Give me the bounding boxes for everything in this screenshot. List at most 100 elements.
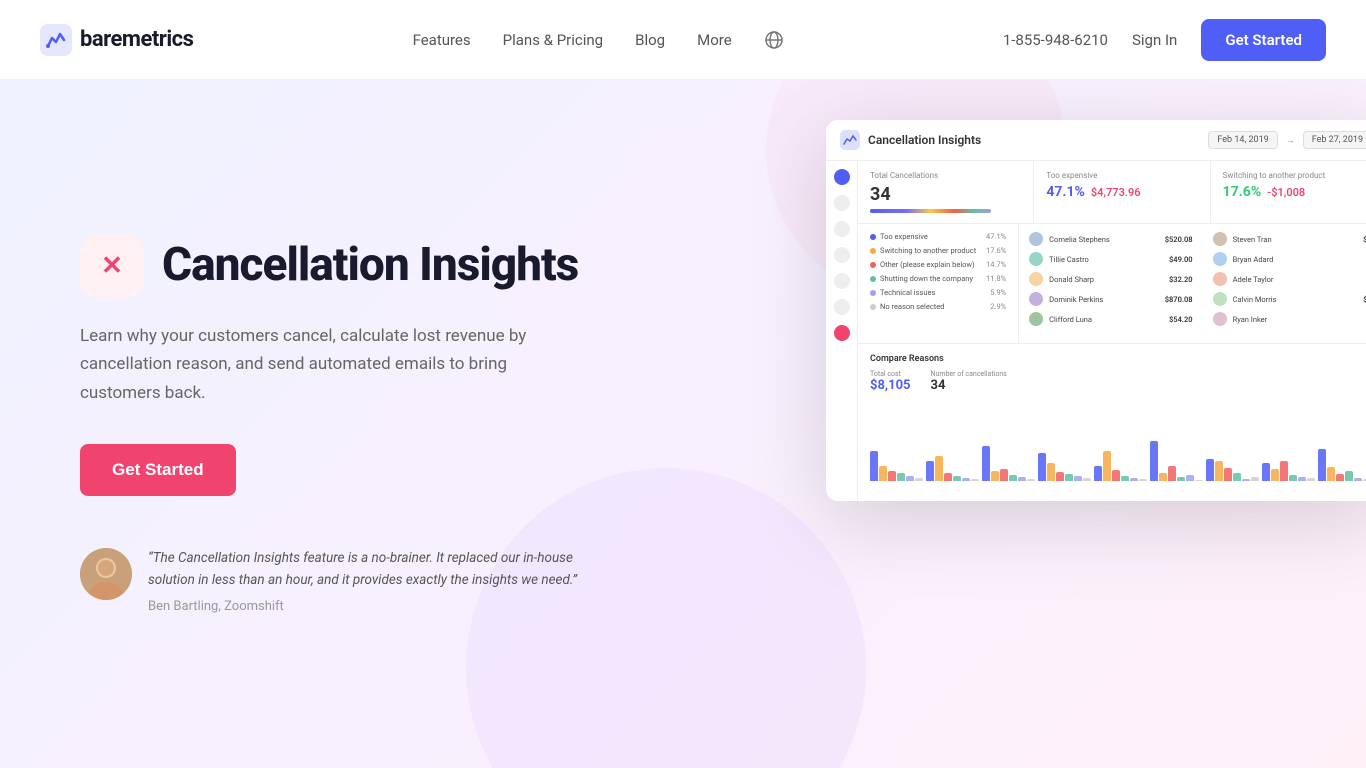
stat-total-label: Total Cancellations bbox=[870, 171, 1021, 180]
reason-label-4: Shutting down the company bbox=[880, 274, 982, 283]
navbar: baremetrics Features Plans & Pricing Blo… bbox=[0, 0, 1366, 80]
customer-name-r2: Bryan Adard bbox=[1233, 255, 1362, 264]
customer-amt-5: $54.20 bbox=[1169, 315, 1193, 324]
customer-row-r1: Steven Tran $52 bbox=[1213, 232, 1366, 246]
reason-dot-2 bbox=[870, 248, 876, 254]
bar-seg bbox=[915, 478, 923, 481]
nav-links: Features Plans & Pricing Blog More bbox=[413, 30, 784, 50]
sidebar-icon-6 bbox=[834, 299, 850, 315]
reason-pct-1: 47.1% bbox=[986, 232, 1006, 241]
bar-seg bbox=[1224, 468, 1232, 481]
sidebar-icon-7 bbox=[834, 325, 850, 341]
bar-seg bbox=[1168, 466, 1176, 481]
hero-icon-wrapper: ✕ Cancellation Insights bbox=[80, 234, 600, 298]
nav-cta-button[interactable]: Get Started bbox=[1201, 19, 1326, 61]
bar-seg bbox=[1195, 480, 1203, 481]
cost-value: $8,105 bbox=[870, 378, 911, 393]
logo-link[interactable]: baremetrics bbox=[40, 24, 193, 56]
customers-right: Steven Tran $52 Bryan Adard $4 Adele Tay… bbox=[1203, 224, 1366, 343]
mockup-date-to[interactable]: Feb 27, 2019 bbox=[1303, 131, 1366, 149]
bar-group-3 bbox=[1038, 453, 1091, 481]
globe-icon[interactable] bbox=[764, 30, 784, 50]
reason-4: Shutting down the company 11.8% bbox=[870, 274, 1006, 283]
bar-group-1 bbox=[926, 456, 979, 481]
reason-label-5: Technical issues bbox=[880, 288, 986, 297]
bar-seg bbox=[1345, 471, 1353, 481]
bar-seg bbox=[971, 479, 979, 481]
bar-seg bbox=[1318, 449, 1326, 481]
bar-seg bbox=[1074, 476, 1082, 481]
reason-dot-3 bbox=[870, 262, 876, 268]
hero-title: Cancellation Insights bbox=[162, 240, 578, 291]
stat-switching-pct: 17.6% bbox=[1223, 184, 1262, 200]
customer-name-4: Dominik Perkins bbox=[1049, 295, 1159, 304]
bar-seg bbox=[1038, 453, 1046, 481]
nav-features[interactable]: Features bbox=[413, 31, 471, 49]
sidebar-icon-4 bbox=[834, 247, 850, 263]
mockup-header: Cancellation Insights Feb 14, 2019 → Feb… bbox=[826, 120, 1366, 161]
stat-total-cancellations: Total Cancellations 34 bbox=[858, 161, 1034, 223]
hero-icon-symbol: ✕ bbox=[101, 251, 123, 281]
customer-name-r5: Ryan Inker bbox=[1233, 315, 1362, 324]
testimonial-avatar bbox=[80, 548, 132, 600]
bar-seg bbox=[1159, 473, 1167, 481]
bar-seg bbox=[1094, 466, 1102, 481]
reason-pct-6: 2.9% bbox=[990, 302, 1006, 311]
bar-seg bbox=[1103, 451, 1111, 481]
customer-row-5: Clifford Luna $54.20 bbox=[1029, 312, 1192, 326]
hero-cta-button[interactable]: Get Started bbox=[80, 444, 236, 496]
phone-number[interactable]: 1-855-948-6210 bbox=[1003, 31, 1108, 49]
customer-name-r3: Adele Taylor bbox=[1233, 275, 1362, 284]
hero-section: ✕ Cancellation Insights Learn why your c… bbox=[0, 80, 1366, 768]
bar-seg bbox=[1018, 477, 1026, 481]
avatar-r3 bbox=[1213, 272, 1227, 286]
chart-section: Compare Reasons Total cost $8,105 Number… bbox=[858, 344, 1366, 501]
avatar-r4 bbox=[1213, 292, 1227, 306]
customer-amt-2: $49.00 bbox=[1169, 255, 1193, 264]
stat-switching-amt: -$1,008 bbox=[1267, 186, 1305, 199]
bar-seg bbox=[953, 476, 961, 481]
bar-seg bbox=[1009, 475, 1017, 481]
compare-title: Compare Reasons bbox=[870, 354, 1366, 364]
reason-label-1: Too expensive bbox=[880, 232, 982, 241]
bar-chart bbox=[870, 401, 1366, 481]
mockup-main-content: Total Cancellations 34 Too expensive 47.… bbox=[858, 161, 1366, 501]
logo-icon bbox=[40, 24, 72, 56]
nav-more[interactable]: More bbox=[697, 31, 732, 49]
bar-seg bbox=[1047, 463, 1055, 481]
customer-name-r4: Calvin Morris bbox=[1233, 295, 1358, 304]
cost-label: Total cost bbox=[870, 370, 911, 378]
customer-row-3: Donald Sharp $32.20 bbox=[1029, 272, 1192, 286]
nav-plans[interactable]: Plans & Pricing bbox=[503, 31, 603, 49]
bar-seg bbox=[1000, 469, 1008, 481]
bar-seg bbox=[1065, 474, 1073, 481]
cancellations-value: 34 bbox=[931, 378, 1007, 393]
dashboard-mockup: Cancellation Insights Feb 14, 2019 → Feb… bbox=[826, 120, 1366, 501]
sidebar-icon-2 bbox=[834, 195, 850, 211]
cancellations-label: Number of cancellations bbox=[931, 370, 1007, 378]
bar-seg bbox=[1130, 478, 1138, 481]
bar-seg bbox=[1298, 477, 1306, 481]
bar-seg bbox=[1354, 478, 1362, 481]
avatar-r5 bbox=[1213, 312, 1227, 326]
mockup-date-sep: → bbox=[1286, 135, 1295, 146]
bar-seg bbox=[1186, 475, 1194, 481]
bar-seg bbox=[935, 456, 943, 481]
bar-seg bbox=[1215, 461, 1223, 481]
avatar-3 bbox=[1029, 272, 1043, 286]
reason-2: Switching to another product 17.6% bbox=[870, 246, 1006, 255]
avatar-2 bbox=[1029, 252, 1043, 266]
mockup-date-from[interactable]: Feb 14, 2019 bbox=[1208, 131, 1277, 149]
bar-seg bbox=[1327, 467, 1335, 481]
avatar-r1 bbox=[1213, 232, 1227, 246]
signin-link[interactable]: Sign In bbox=[1132, 31, 1177, 49]
customer-name-2: Tillie Castro bbox=[1049, 255, 1163, 264]
bar-seg bbox=[962, 478, 970, 481]
bar-seg bbox=[1177, 477, 1185, 481]
bar-seg bbox=[1307, 478, 1315, 481]
nav-blog[interactable]: Blog bbox=[635, 31, 665, 49]
bar-seg bbox=[1262, 463, 1270, 481]
bar-group-8 bbox=[1318, 449, 1366, 481]
mockup-date-range: Feb 14, 2019 → Feb 27, 2019 bbox=[1208, 131, 1366, 149]
customer-name-5: Clifford Luna bbox=[1049, 315, 1163, 324]
